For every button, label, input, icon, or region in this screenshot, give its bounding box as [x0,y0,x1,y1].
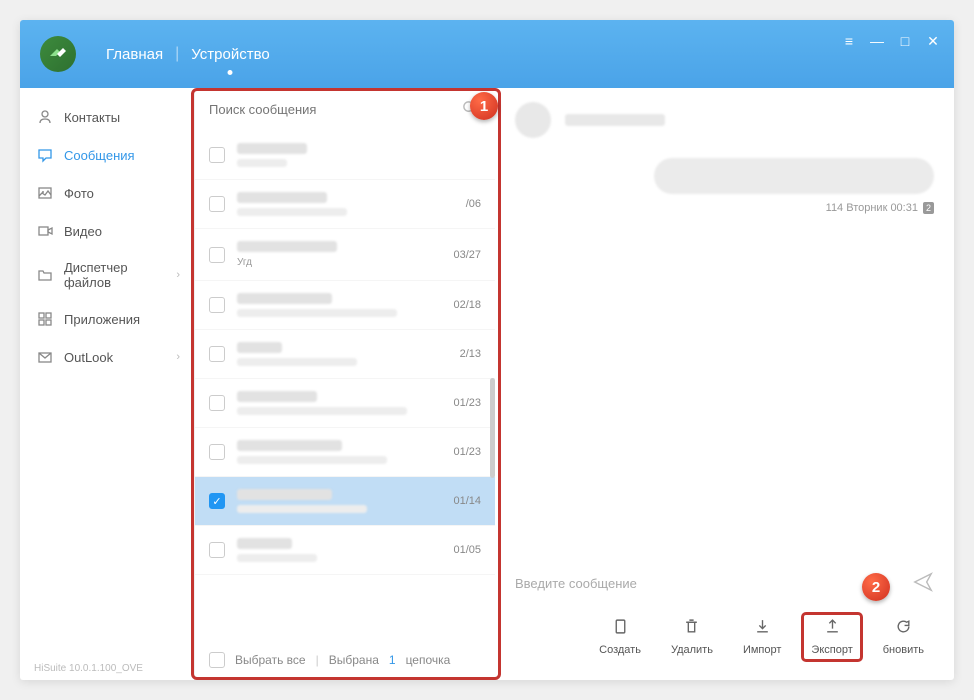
message-date: 01/14 [453,495,481,507]
refresh-button[interactable]: бновить [873,612,934,662]
trash-icon [683,618,700,640]
message-list: /06 Угд03/27 02/18 2/13 01/23 01/23 ✓ 01/14 01/0… [195,131,495,640]
nav-active-indicator [228,70,233,75]
message-timestamp: 114 Вторник 00:31 2 [515,202,934,214]
sidebar: Контакты Сообщения Фото Видео Диспетчер … [20,88,195,680]
contacts-icon [36,108,54,126]
message-checkbox[interactable] [209,444,225,460]
message-checkbox[interactable] [209,297,225,313]
apps-icon [36,310,54,328]
message-checkbox[interactable] [209,346,225,362]
message-row[interactable]: /06 [195,180,495,229]
annotation-badge-2: 2 [862,573,890,601]
chevron-right-icon: › [176,351,180,363]
message-date: 02/18 [453,299,481,311]
message-date: 01/23 [453,446,481,458]
chain-label: цепочка [406,653,451,667]
menu-icon[interactable]: ≡ [842,34,856,48]
message-bubble [654,158,934,194]
message-checkbox[interactable] [209,147,225,163]
create-button[interactable]: Создать [589,612,651,662]
message-row[interactable]: 01/05 [195,526,495,575]
message-date: /06 [466,198,481,210]
mail-icon [36,348,54,366]
message-checkbox[interactable] [209,395,225,411]
select-all-label: Выбрать все [235,653,306,667]
sidebar-item-video[interactable]: Видео [20,212,194,250]
app-header: Главная | Устройство ≡ — □ ✕ [20,20,954,88]
nav-device[interactable]: Устройство [179,46,281,63]
sidebar-item-filemanager[interactable]: Диспетчер файлов › [20,250,194,300]
app-logo [40,36,76,72]
selected-label: Выбрана [329,653,379,667]
version-label: HiSuite 10.0.1.100_OVE [34,663,143,674]
sidebar-item-contacts[interactable]: Контакты [20,98,194,136]
sidebar-item-outlook[interactable]: OutLook › [20,338,194,376]
sidebar-item-photo[interactable]: Фото [20,174,194,212]
nav-home[interactable]: Главная [94,46,175,63]
sim-badge: 2 [923,202,934,214]
selected-count: 1 [389,653,396,667]
message-list-panel: /06 Угд03/27 02/18 2/13 01/23 01/23 ✓ 01/14 01/0… [195,88,495,680]
message-row[interactable]: 02/18 [195,281,495,330]
select-all-row: Выбрать все | Выбрана 1 цепочка [195,640,495,680]
message-row[interactable]: 2/13 [195,330,495,379]
message-row[interactable]: 01/23 [195,379,495,428]
message-checkbox[interactable] [209,247,225,263]
sidebar-item-messages[interactable]: Сообщения [20,136,194,174]
message-checkbox[interactable] [209,542,225,558]
minimize-icon[interactable]: — [870,34,884,48]
contact-header [515,102,934,138]
folder-icon [36,266,54,284]
message-row[interactable]: ✓ 01/14 [195,477,495,526]
maximize-icon[interactable]: □ [898,34,912,48]
export-button[interactable]: Экспорт [801,612,862,662]
chevron-right-icon: › [176,269,180,281]
import-icon [754,618,771,640]
create-icon [612,618,629,640]
message-row[interactable] [195,131,495,180]
contact-name [565,114,665,126]
select-all-checkbox[interactable] [209,652,225,668]
message-date: 2/13 [460,348,481,360]
video-icon [36,222,54,240]
message-date: 01/23 [453,397,481,409]
refresh-icon [895,618,912,640]
close-icon[interactable]: ✕ [926,34,940,48]
annotation-badge-1: 1 [470,92,498,120]
avatar [515,102,551,138]
message-checkbox[interactable] [209,196,225,212]
send-icon[interactable] [912,571,934,596]
delete-button[interactable]: Удалить [661,612,723,662]
search-input[interactable] [209,98,481,121]
message-row[interactable]: 01/23 [195,428,495,477]
message-date: 01/05 [453,544,481,556]
import-button[interactable]: Импорт [733,612,791,662]
message-row[interactable]: Угд03/27 [195,229,495,281]
messages-icon [36,146,54,164]
compose-input[interactable]: Введите сообщение [515,576,898,591]
toolbar: Создать Удалить Импорт Экспорт бновить [515,604,934,670]
photo-icon [36,184,54,202]
message-checkbox[interactable]: ✓ [209,493,225,509]
message-date: 03/27 [453,249,481,261]
sidebar-item-apps[interactable]: Приложения [20,300,194,338]
export-icon [824,618,841,640]
